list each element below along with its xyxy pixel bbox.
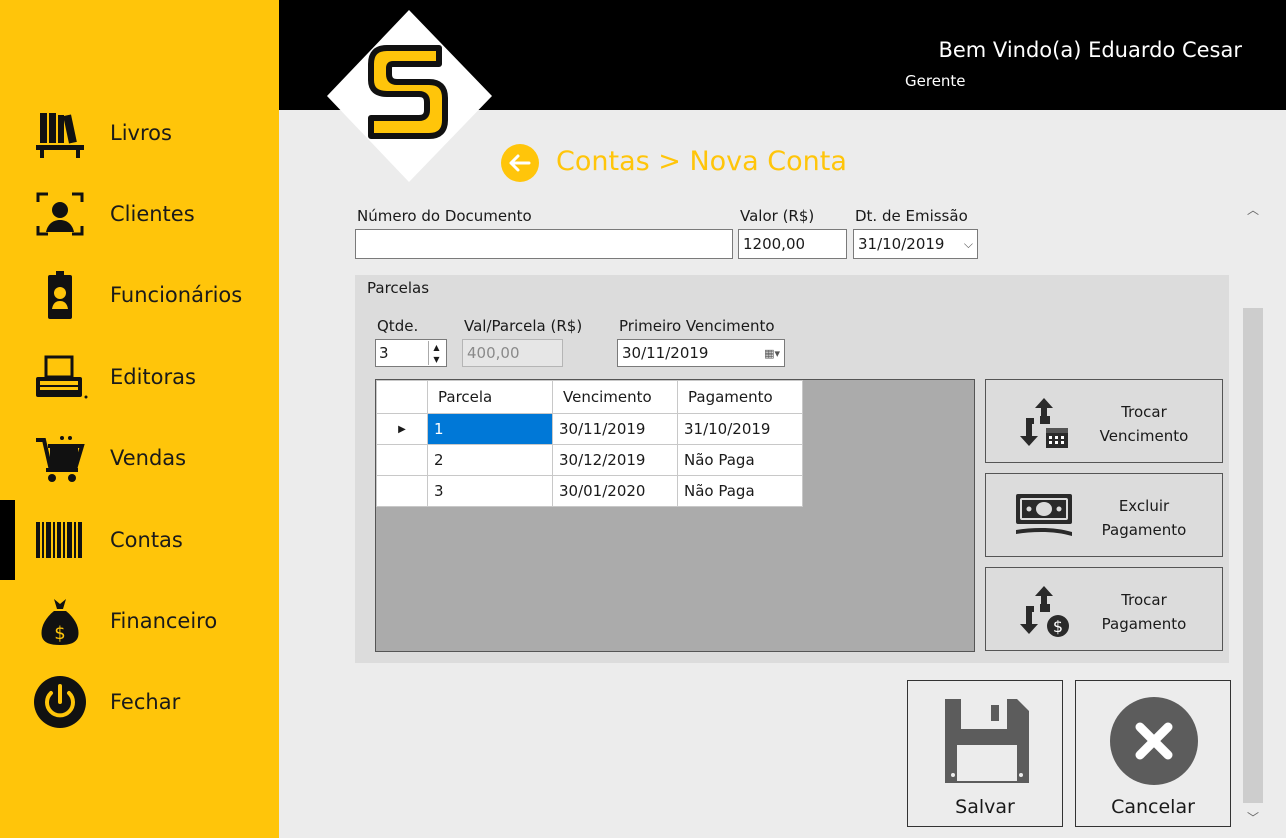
cell-parcela[interactable]: 1 [427, 413, 553, 445]
cell-parcela[interactable]: 2 [427, 444, 553, 476]
row-header-corner [376, 380, 428, 414]
grid-header-row: Parcela Vencimento Pagamento [376, 380, 803, 414]
badge-icon [30, 270, 90, 320]
cancel-label: Cancelar [1111, 796, 1195, 818]
trocar-vencimento-label-2: Vencimento [1099, 427, 1189, 445]
trocar-vencimento-label-1: Trocar [1121, 403, 1167, 421]
emissao-label: Dt. de Emissão [855, 207, 968, 225]
sidebar-item-label: Contas [110, 528, 183, 552]
primeiro-venc-date-picker[interactable]: 30/11/2019 ▦▾ [617, 339, 785, 367]
bookshelf-icon [30, 108, 90, 158]
row-selector[interactable] [376, 444, 428, 476]
cell-pagamento[interactable]: Não Paga [677, 475, 803, 507]
qtde-value: 3 [379, 344, 389, 362]
floppy-disk-icon [945, 699, 1029, 783]
sidebar-item-clientes[interactable]: Clientes [0, 184, 279, 244]
stepper-arrows[interactable]: ▲ ▼ [428, 341, 444, 365]
val-parcela-input: 400,00 [462, 339, 563, 367]
close-circle-icon [1110, 697, 1198, 785]
scroll-up-icon[interactable]: ︿ [1242, 198, 1264, 220]
primeiro-venc-label: Primeiro Vencimento [619, 317, 775, 335]
save-button[interactable]: Salvar [907, 680, 1063, 827]
cell-pagamento[interactable]: Não Paga [677, 444, 803, 476]
column-header-pagamento[interactable]: Pagamento [677, 380, 803, 414]
cancel-button[interactable]: Cancelar [1075, 680, 1231, 827]
breadcrumb: Contas > Nova Conta [556, 146, 847, 177]
cart-icon [30, 433, 90, 483]
swap-calendar-icon [1020, 398, 1068, 448]
calendar-dropdown-icon[interactable]: ▦▾ [764, 347, 780, 360]
doc-number-label: Número do Documento [357, 207, 532, 225]
sidebar: Livros Clientes Funcionários Editoras Ve… [0, 0, 279, 838]
excluir-pagamento-label-1: Excluir [1118, 497, 1170, 515]
vertical-scrollbar[interactable]: ︿ ﹀ [1242, 196, 1264, 828]
sidebar-item-livros[interactable]: Livros [0, 103, 279, 163]
sidebar-item-label: Clientes [110, 202, 195, 226]
sidebar-item-label: Financeiro [110, 609, 218, 633]
valor-input[interactable]: 1200,00 [738, 229, 847, 259]
emissao-date-picker[interactable]: 31/10/2019 ⌵ [853, 229, 978, 259]
table-row[interactable]: 2 30/12/2019 Não Paga [376, 444, 803, 476]
scroll-down-icon[interactable]: ﹀ [1242, 806, 1264, 828]
row-selector-icon[interactable]: ▶ [376, 413, 428, 445]
sidebar-item-label: Editoras [110, 365, 196, 389]
welcome-text: Bem Vindo(a) Eduardo Cesar [938, 38, 1242, 62]
trocar-pagamento-label-1: Trocar [1121, 591, 1167, 609]
row-selector[interactable] [376, 475, 428, 507]
user-role: Gerente [905, 72, 966, 90]
val-parcela-label: Val/Parcela (R$) [464, 317, 583, 335]
sidebar-item-fechar[interactable]: Fechar [0, 672, 279, 732]
chevron-down-icon: ⌵ [963, 236, 973, 251]
app-logo [327, 10, 492, 182]
svg-text:$: $ [1053, 617, 1063, 636]
primeiro-venc-value: 30/11/2019 [622, 344, 709, 362]
sidebar-item-label: Vendas [110, 446, 187, 470]
trocar-pagamento-label-2: Pagamento [1101, 615, 1187, 633]
excluir-pagamento-label-2: Pagamento [1101, 521, 1187, 539]
doc-number-input[interactable] [355, 229, 733, 259]
sidebar-item-label: Funcionários [110, 283, 243, 307]
sidebar-item-label: Fechar [110, 690, 181, 714]
valor-label: Valor (R$) [740, 207, 815, 225]
power-icon [30, 676, 90, 728]
sidebar-item-funcionarios[interactable]: Funcionários [0, 265, 279, 325]
column-header-vencimento[interactable]: Vencimento [552, 380, 678, 414]
sidebar-item-financeiro[interactable]: $ Financeiro [0, 591, 279, 651]
caret-down-icon[interactable]: ▼ [433, 355, 439, 364]
qtde-stepper[interactable]: 3 ▲ ▼ [375, 339, 447, 367]
user-frame-icon [30, 189, 90, 239]
excluir-pagamento-button[interactable]: Excluir Pagamento [985, 473, 1223, 557]
sidebar-item-editoras[interactable]: Editoras [0, 347, 279, 407]
cell-vencimento[interactable]: 30/12/2019 [552, 444, 678, 476]
trocar-vencimento-button[interactable]: Trocar Vencimento [985, 379, 1223, 463]
qtde-label: Qtde. [377, 317, 419, 335]
svg-text:$: $ [54, 623, 65, 644]
table-row[interactable]: 3 30/01/2020 Não Paga [376, 475, 803, 507]
cell-pagamento[interactable]: 31/10/2019 [677, 413, 803, 445]
cash-icon [1016, 494, 1072, 536]
parcelas-grid[interactable]: Parcela Vencimento Pagamento ▶ 1 30/11/2… [375, 379, 975, 652]
swap-dollar-icon: $ [1020, 586, 1069, 637]
sidebar-item-contas[interactable]: Contas [0, 500, 279, 580]
money-bag-icon: $ [30, 596, 90, 646]
sidebar-item-vendas[interactable]: Vendas [0, 428, 279, 488]
caret-up-icon[interactable]: ▲ [433, 343, 439, 352]
save-label: Salvar [955, 796, 1015, 818]
emissao-value: 31/10/2019 [858, 235, 945, 253]
trocar-pagamento-button[interactable]: $ Trocar Pagamento [985, 567, 1223, 651]
scroll-thumb[interactable] [1243, 308, 1263, 803]
back-button[interactable] [501, 144, 539, 182]
arrow-left-icon [509, 154, 531, 172]
typewriter-icon [30, 352, 90, 402]
parcelas-title: Parcelas [367, 279, 430, 297]
sidebar-item-label: Livros [110, 121, 172, 145]
column-header-parcela[interactable]: Parcela [427, 380, 553, 414]
cell-parcela[interactable]: 3 [427, 475, 553, 507]
cell-vencimento[interactable]: 30/01/2020 [552, 475, 678, 507]
cell-vencimento[interactable]: 30/11/2019 [552, 413, 678, 445]
table-row[interactable]: ▶ 1 30/11/2019 31/10/2019 [376, 413, 803, 445]
barcode-icon [30, 515, 90, 565]
